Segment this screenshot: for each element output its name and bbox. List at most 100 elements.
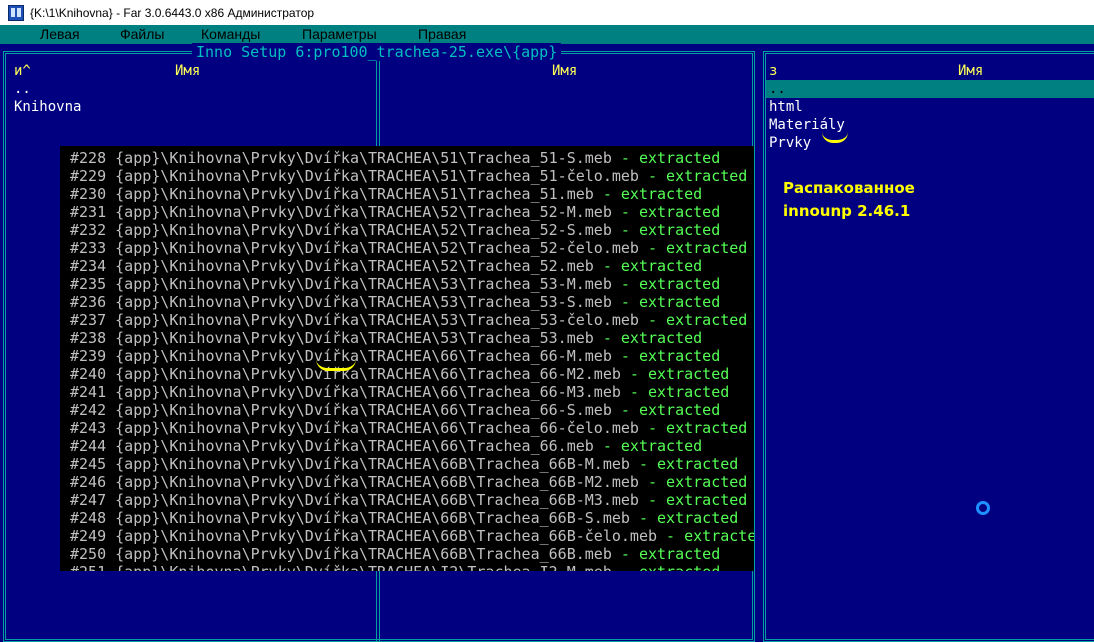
console-line-separator: - bbox=[629, 509, 658, 527]
menu-options[interactable]: Параметры bbox=[302, 25, 377, 44]
console-line-status: extracted bbox=[647, 365, 730, 383]
console-line: #239 {app}\Knihovna\Prvky\Dvířka\TRACHEA… bbox=[70, 347, 720, 365]
console-line-file: {app}\Knihovna\Prvky\Dvířka\TRACHEA\52\T… bbox=[115, 239, 639, 257]
console-line-path: #233 bbox=[70, 239, 107, 257]
console-line-separator: - bbox=[638, 167, 667, 185]
console-line-file: {app}\Knihovna\Prvky\Dvířka\TRACHEA\66B\… bbox=[115, 455, 630, 473]
console-line: #235 {app}\Knihovna\Prvky\Dvířka\TRACHEA… bbox=[70, 275, 720, 293]
console-line-file: {app}\Knihovna\Prvky\Dvířka\TRACHEA\66B\… bbox=[115, 527, 658, 545]
menu-commands[interactable]: Команды bbox=[201, 25, 260, 44]
console-line-status: extracted bbox=[638, 545, 721, 563]
console-line-file: {app}\Knihovna\Prvky\Dvířka\TRACHEA\66B\… bbox=[115, 473, 639, 491]
console-line-path: #238 bbox=[70, 329, 107, 347]
console-line-separator: - bbox=[638, 239, 667, 257]
console-line-path: #240 bbox=[70, 365, 107, 383]
console-line: #247 {app}\Knihovna\Prvky\Dvířka\TRACHEA… bbox=[70, 491, 747, 509]
console-line-status: extracted bbox=[657, 455, 739, 473]
console-line: #231 {app}\Knihovna\Prvky\Dvířka\TRACHEA… bbox=[70, 203, 720, 221]
console-line-status: extracted bbox=[666, 473, 748, 491]
console-line-path: #235 bbox=[70, 275, 107, 293]
console-line-separator: - bbox=[611, 545, 639, 563]
console-line: #241 {app}\Knihovna\Prvky\Dvířka\TRACHEA… bbox=[70, 383, 729, 401]
right-file-item[interactable]: Prvky bbox=[769, 134, 811, 152]
console-line-file: {app}\Knihovna\Prvky\Dvířka\TRACHEA\52\T… bbox=[115, 203, 612, 221]
console-line-file: {app}\Knihovna\Prvky\Dvířka\TRACHEA\51\T… bbox=[115, 149, 612, 167]
console-line-path: #251 bbox=[70, 563, 106, 571]
console-line-status: extracted bbox=[666, 167, 748, 185]
console-line-separator: - bbox=[611, 275, 639, 293]
console-line-status: extracted bbox=[666, 491, 748, 509]
console-line: #249 {app}\Knihovna\Prvky\Dvířka\TRACHEA… bbox=[70, 527, 754, 545]
console-line-status: extracted bbox=[666, 419, 748, 437]
window-title-bar: {K:\1\Knihovna} - Far 3.0.6443.0 x86 Адм… bbox=[0, 0, 1094, 25]
left-column-header-name-2[interactable]: Имя bbox=[552, 62, 577, 80]
console-line: #229 {app}\Knihovna\Prvky\Dvířka\TRACHEA… bbox=[70, 167, 747, 185]
console-line-path: #241 bbox=[70, 383, 107, 401]
console-line: #244 {app}\Knihovna\Prvky\Dvířka\TRACHEA… bbox=[70, 437, 702, 455]
console-line-file: {app}\Knihovna\Prvky\Dvířka\TRACHEA\53\T… bbox=[115, 329, 594, 347]
console-line: #240 {app}\Knihovna\Prvky\Dvířka\TRACHEA… bbox=[70, 365, 729, 383]
console-line-path: #231 bbox=[70, 203, 107, 221]
console-line-separator: - bbox=[638, 473, 667, 491]
console-line-path: #242 bbox=[70, 401, 107, 419]
console-line-separator: - bbox=[611, 149, 639, 167]
right-file-item[interactable]: html bbox=[769, 98, 803, 116]
console-line: #250 {app}\Knihovna\Prvky\Dvířka\TRACHEA… bbox=[70, 545, 720, 563]
console-line-path: #246 bbox=[70, 473, 107, 491]
console-line-path: #248 bbox=[70, 509, 107, 527]
console-line-separator: - bbox=[593, 329, 621, 347]
console-line-separator: - bbox=[629, 455, 658, 473]
right-file-item-selected[interactable]: .. bbox=[769, 80, 786, 98]
console-line-separator: - bbox=[611, 347, 639, 365]
console-line-file: {app}\Knihovna\Prvky\Dvířka\TRACHEA\53\T… bbox=[115, 275, 612, 293]
console-line-path: #250 bbox=[70, 545, 107, 563]
menu-files[interactable]: Файлы bbox=[120, 25, 164, 44]
annotation-line-2: innounp 2.46.1 bbox=[783, 202, 911, 220]
left-sort-indicator[interactable]: и^ bbox=[14, 62, 31, 80]
menu-left[interactable]: Левая bbox=[40, 25, 80, 44]
console-line-status: extracted bbox=[638, 275, 721, 293]
console-line-file: {app}\Knihovna\Prvky\Dvířka\TRACHEA\66\T… bbox=[115, 383, 621, 401]
left-column-header-name[interactable]: Имя bbox=[175, 62, 200, 80]
left-file-item[interactable]: Knihovna bbox=[14, 98, 81, 116]
console-line-separator: - bbox=[612, 563, 639, 571]
console-line-file: {app}\Knihovna\Prvky\Dvířka\TRACHEA\66\T… bbox=[115, 437, 594, 455]
console-line-path: #234 bbox=[70, 257, 107, 275]
console-line-separator: - bbox=[657, 527, 685, 545]
console-line: #233 {app}\Knihovna\Prvky\Dvířka\TRACHEA… bbox=[70, 239, 747, 257]
console-line-status: extracted bbox=[639, 563, 720, 571]
console-line: #251 {app}\Knihovna\Prvky\Dvířka\TRACHEA… bbox=[70, 563, 720, 571]
console-line-status: extracted bbox=[684, 527, 754, 545]
console-line-separator: - bbox=[593, 257, 621, 275]
console-line-file: {app}\Knihovna\Prvky\Dvířka\TRACHEA\66\T… bbox=[115, 365, 621, 383]
console-line-path: #236 bbox=[70, 293, 107, 311]
console-line: #237 {app}\Knihovna\Prvky\Dvířka\TRACHEA… bbox=[70, 311, 747, 329]
console-output: #228 {app}\Knihovna\Prvky\Dvířka\TRACHEA… bbox=[60, 146, 754, 571]
console-line-file: {app}\Knihovna\Prvky\Dvířka\TRACHEA\I2\T… bbox=[115, 563, 612, 571]
highlight-scribble bbox=[316, 358, 356, 371]
console-line-file: {app}\Knihovna\Prvky\Dvířka\TRACHEA\51\T… bbox=[115, 167, 639, 185]
console-line-status: extracted bbox=[666, 239, 748, 257]
console-line-file: {app}\Knihovna\Prvky\Dvířka\TRACHEA\52\T… bbox=[115, 257, 594, 275]
right-sort-indicator[interactable]: з bbox=[769, 62, 777, 80]
console-line-path: #249 bbox=[70, 527, 107, 545]
console-line: #246 {app}\Knihovna\Prvky\Dvířka\TRACHEA… bbox=[70, 473, 747, 491]
console-line: #228 {app}\Knihovna\Prvky\Dvířka\TRACHEA… bbox=[70, 149, 720, 167]
menu-right[interactable]: Правая bbox=[418, 25, 466, 44]
console-line-separator: - bbox=[611, 293, 639, 311]
console-line-separator: - bbox=[638, 419, 667, 437]
console-line-file: {app}\Knihovna\Prvky\Dvířka\TRACHEA\66\T… bbox=[115, 347, 612, 365]
console-line-separator: - bbox=[611, 401, 639, 419]
right-column-header-name[interactable]: Имя bbox=[958, 62, 983, 80]
console-line-path: #247 bbox=[70, 491, 107, 509]
left-file-item[interactable]: .. bbox=[14, 80, 31, 98]
console-line: #248 {app}\Knihovna\Prvky\Dvířka\TRACHEA… bbox=[70, 509, 738, 527]
console-line-separator: - bbox=[620, 383, 648, 401]
console-line-status: extracted bbox=[647, 383, 730, 401]
console-line-file: {app}\Knihovna\Prvky\Dvířka\TRACHEA\66\T… bbox=[115, 419, 639, 437]
console-line: #243 {app}\Knihovna\Prvky\Dvířka\TRACHEA… bbox=[70, 419, 747, 437]
right-panel[interactable]: з Имя .. html Materiály Prvky Распакован… bbox=[760, 44, 1094, 642]
console-line-path: #230 bbox=[70, 185, 107, 203]
console-line-status: extracted bbox=[666, 311, 748, 329]
console-line-path: #237 bbox=[70, 311, 107, 329]
